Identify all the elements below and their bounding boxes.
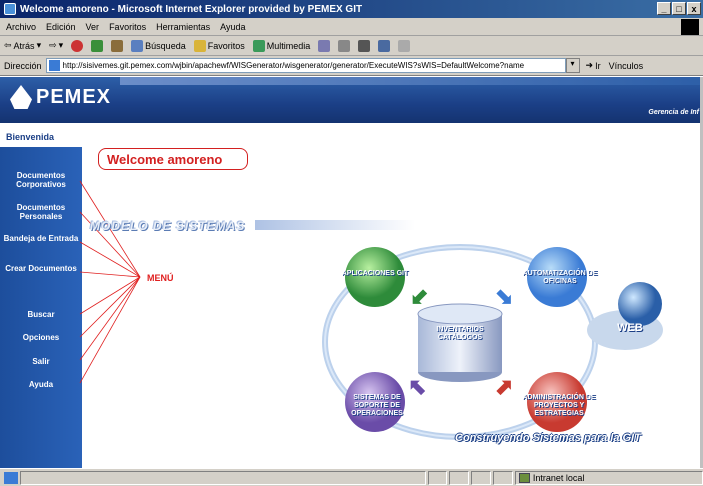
status-bar: Intranet local [0, 468, 703, 486]
web-page: PEMEX Gerencia de Inf Bienvenida Documen… [0, 77, 703, 468]
search-icon [131, 39, 144, 52]
status-text-area [19, 470, 426, 485]
window-title: Welcome amoreno - Microsoft Internet Exp… [20, 3, 363, 15]
status-segment [471, 470, 492, 485]
favorites-icon [193, 39, 206, 52]
stop-button[interactable] [71, 39, 84, 52]
close-button[interactable]: x [687, 2, 701, 15]
address-url: http://sisivemes.git.pemex.com/wjbin/apa… [62, 61, 525, 70]
pointer-line [79, 276, 141, 384]
edit-button[interactable] [378, 39, 391, 52]
menu-herramientas[interactable]: Herramientas [156, 22, 210, 32]
back-button[interactable]: ⇦ Atrás ▾ [4, 40, 41, 51]
go-button[interactable]: ➜ Ir [586, 60, 601, 71]
refresh-icon [91, 39, 104, 52]
edit-icon [378, 39, 391, 52]
chevron-down-icon: ▾ [36, 40, 42, 50]
print-button[interactable] [358, 39, 371, 52]
maximize-button[interactable]: □ [672, 2, 686, 15]
window-controls: _ □ x [657, 2, 701, 15]
diagram-automatizacion-label: AUTOMATIZACIÓN DE OFICINAS [522, 270, 598, 285]
pointer-line [79, 276, 141, 315]
ie-icon [4, 3, 16, 15]
page-status-icon [4, 471, 18, 484]
diagram-aplicaciones-label: APLICACIONES GIT [341, 270, 409, 277]
diagram-center-label: INVENTARIOS CATÁLOGOS [436, 326, 484, 341]
multimedia-button[interactable]: Multimedia [252, 39, 311, 52]
mail-icon [338, 39, 351, 52]
search-button[interactable]: Búsqueda [131, 39, 186, 52]
welcome-banner: Welcome amoreno [98, 148, 248, 170]
arrow-tl: ⬋ [410, 284, 428, 309]
stop-icon [71, 39, 84, 52]
multimedia-icon [252, 39, 265, 52]
diagram-web-label: WEB [617, 322, 643, 334]
tagline: Construyendo Sistemas para la GIT [455, 432, 641, 444]
chevron-down-icon: ▾ [58, 40, 64, 50]
address-label: Dirección [4, 60, 42, 71]
menu-archivo[interactable]: Archivo [6, 22, 36, 32]
go-label: Ir [595, 60, 601, 71]
intranet-icon [518, 472, 530, 483]
back-arrow-icon: ⇦ [4, 40, 12, 50]
search-label: Búsqueda [145, 40, 186, 51]
history-button[interactable] [318, 39, 331, 52]
print-icon [358, 39, 371, 52]
history-icon [318, 39, 331, 52]
security-zone: Intranet local [514, 470, 703, 485]
pointer-line [79, 241, 141, 278]
menu-ayuda[interactable]: Ayuda [220, 22, 245, 32]
address-bar: Dirección http://sisivemes.git.pemex.com… [0, 56, 703, 76]
home-icon [111, 39, 124, 52]
menu-ver[interactable]: Ver [86, 22, 100, 32]
back-label: Atrás [13, 40, 35, 51]
home-button[interactable] [111, 39, 124, 52]
minimize-button[interactable]: _ [657, 2, 671, 15]
arrow-br: ⬈ [495, 374, 513, 399]
diagram-administracion-label: ADMINISTRACIÓN DE PROYECTOS Y ESTRATEGIA… [522, 394, 596, 417]
zone-label: Intranet local [532, 472, 585, 483]
arrow-tr: ⬊ [495, 284, 513, 309]
go-arrow-icon: ➜ [585, 60, 594, 70]
refresh-button[interactable] [91, 39, 104, 52]
menu-favoritos[interactable]: Favoritos [109, 22, 146, 32]
menu-bar: Archivo Edición Ver Favoritos Herramient… [0, 18, 703, 36]
globe-icon [618, 282, 662, 326]
forward-arrow-icon: ⇨ [49, 40, 57, 50]
discuss-icon [398, 39, 411, 52]
menu-edicion[interactable]: Edición [46, 22, 76, 32]
page-icon [48, 60, 60, 71]
windows-logo-icon [681, 19, 699, 35]
pointer-line [79, 276, 141, 338]
window-titlebar: Welcome amoreno - Microsoft Internet Exp… [0, 0, 703, 18]
pointer-line [79, 276, 141, 361]
status-segment [449, 470, 470, 485]
mail-button[interactable] [338, 39, 351, 52]
menu-label: MENÚ [147, 273, 174, 283]
links-button[interactable]: Vínculos [609, 61, 644, 71]
discuss-button[interactable] [398, 39, 411, 52]
pointer-line [79, 271, 141, 278]
address-input[interactable]: http://sisivemes.git.pemex.com/wjbin/apa… [45, 58, 566, 73]
status-segment [427, 470, 448, 485]
address-dropdown-button[interactable]: ▾ [565, 58, 580, 73]
favorites-label: Favoritos [207, 40, 245, 51]
center-cylinder-top [417, 303, 503, 325]
favorites-button[interactable]: Favoritos [193, 39, 245, 52]
status-segment [493, 470, 513, 485]
standard-toolbar: ⇦ Atrás ▾ ⇨ ▾ Búsqueda Favoritos Multime… [0, 36, 703, 56]
diagram-soporte-label: SISTEMAS DE SOPORTE DE OPERACIONES [351, 394, 403, 417]
systems-model-diagram: ⬋ ⬊ ⬉ ⬈ INVENTARIOS CATÁLOGOS APLICACION… [320, 222, 703, 452]
multimedia-label: Multimedia [266, 40, 311, 51]
modelo-title: MODELO DE SISTEMAS [90, 219, 246, 233]
forward-button[interactable]: ⇨ ▾ [49, 40, 63, 51]
